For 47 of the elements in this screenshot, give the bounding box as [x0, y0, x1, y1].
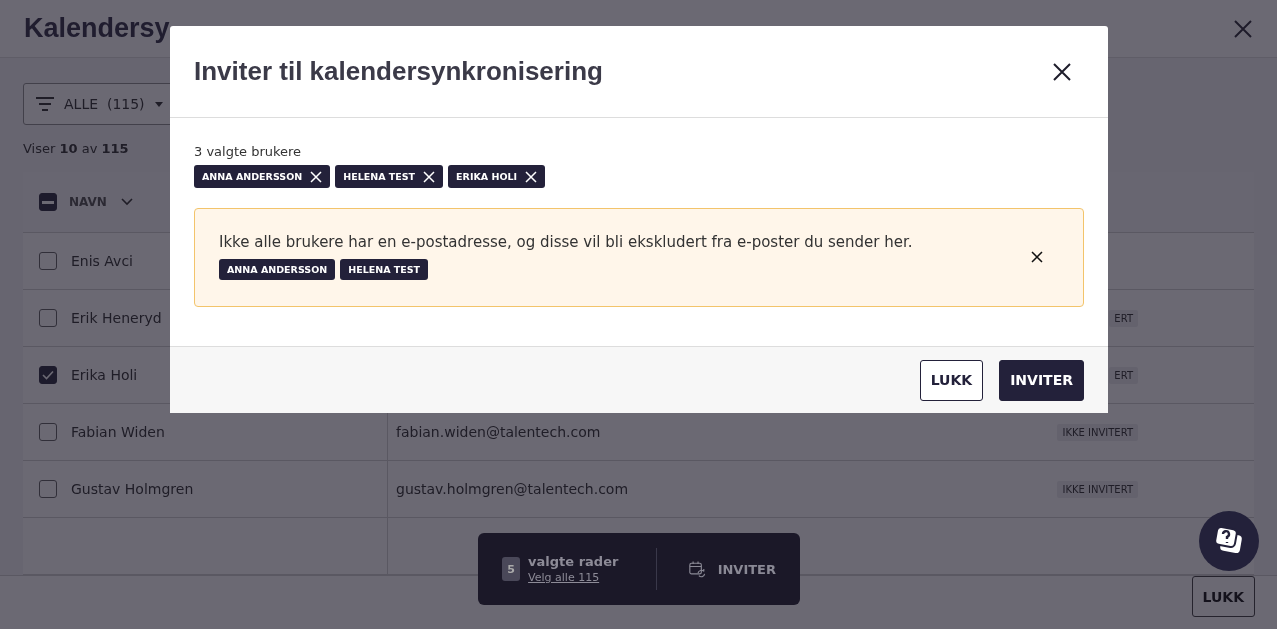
row-checkbox[interactable] [39, 309, 57, 327]
close-icon[interactable] [1031, 250, 1043, 263]
status-tag: ERT [1109, 366, 1138, 384]
status-tag: IKKE INVITERT [1057, 480, 1138, 498]
remove-icon[interactable] [423, 170, 436, 183]
status-tag: IKKE INVITERT [1057, 423, 1138, 441]
row-checkbox[interactable] [39, 423, 57, 441]
result-count: Viser 10 av 115 [23, 141, 129, 156]
user-chip: ANNA ANDERSSON [194, 165, 331, 188]
invite-button[interactable]: INVITER [999, 359, 1084, 401]
status-tag: ERT [1109, 309, 1138, 327]
invite-button[interactable]: INVITER [713, 561, 776, 577]
dash-icon [42, 200, 54, 204]
remove-icon[interactable] [310, 170, 323, 183]
select-all-link[interactable]: Velg alle 115 [528, 571, 619, 584]
filter-icon [36, 97, 54, 111]
select-all-checkbox[interactable] [39, 193, 57, 211]
selection-count: 5 [502, 557, 521, 581]
column-header[interactable]: NAVN [69, 195, 107, 209]
check-icon [42, 370, 54, 380]
name-cell: Enis Avci [71, 253, 133, 269]
row-checkbox[interactable] [39, 480, 57, 498]
user-tag: ANNA ANDERSSON [219, 259, 336, 280]
warning-message: Ikke alle brukere har en e-postadresse, og disse vil bli ekskludert fra e-poster du sender her. [219, 233, 913, 251]
user-chip: HELENA TEST [335, 165, 444, 188]
name-cell: Fabian Widen [71, 424, 165, 440]
page-title: Kalendersy [24, 13, 170, 44]
dialog-title: Inviter til kalendersynkronisering [194, 56, 603, 87]
user-chip: ERIKA HOLI [448, 165, 546, 188]
help-chat-icon [1213, 526, 1245, 556]
name-cell: Gustav Holmgren [71, 481, 194, 497]
caret-icon [154, 101, 163, 107]
row-checkbox[interactable] [39, 366, 57, 384]
close-button[interactable]: LUKK [919, 359, 984, 401]
row-checkbox[interactable] [39, 252, 57, 270]
calendar-sync-icon[interactable] [689, 559, 706, 579]
email-cell: fabian.widen@talentech.com [396, 424, 601, 440]
name-cell: Erik Heneryd [71, 310, 162, 326]
name-cell: Erika Holi [71, 367, 138, 383]
chevron-icon[interactable] [120, 198, 133, 206]
remove-icon[interactable] [525, 170, 538, 183]
user-tag: HELENA TEST [340, 259, 429, 280]
selected-count: 3 valgte brukere [194, 144, 303, 159]
selection-label: valgte rader [528, 554, 619, 569]
close-button[interactable]: LUKK [1191, 576, 1255, 617]
close-icon[interactable] [1052, 61, 1072, 82]
email-cell: gustav.holmgren@talentech.com [396, 481, 629, 497]
